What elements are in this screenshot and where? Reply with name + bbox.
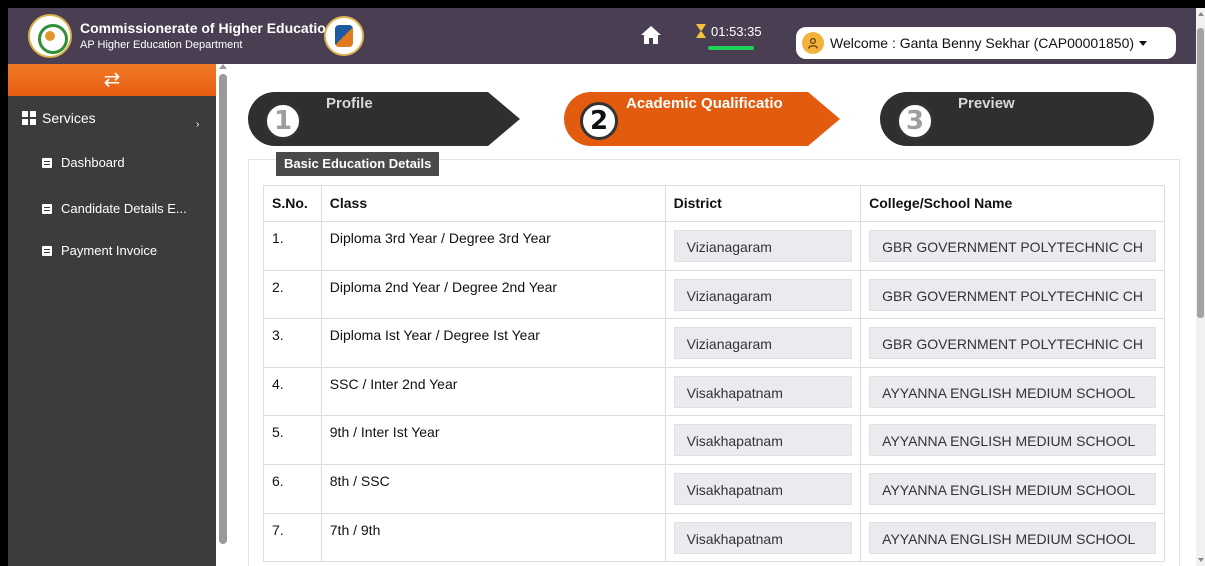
- step-label: Profile: [326, 95, 373, 112]
- user-menu-button[interactable]: Welcome : Ganta Benny Sekhar (CAP0000185…: [796, 27, 1176, 59]
- table-row: 6. 8th / SSC Visakhapatnam AYYANNA ENGLI…: [263, 463, 1165, 514]
- sidebar-item-payment-invoice[interactable]: Payment Invoice: [42, 243, 157, 258]
- column-header: S.No.: [263, 185, 322, 222]
- section-title: Basic Education Details: [276, 152, 440, 176]
- step-preview[interactable]: 3 Preview: [880, 92, 1154, 146]
- step-academic-qualification[interactable]: 2 Academic Qualificatio: [564, 92, 842, 146]
- timer-progress-bar: [708, 46, 754, 50]
- main-scroll-thumb[interactable]: [1197, 28, 1204, 318]
- district-field[interactable]: Vizianagaram: [673, 278, 853, 311]
- services-label: Services: [42, 110, 96, 126]
- user-icon: [802, 32, 824, 54]
- district-field[interactable]: Visakhapatnam: [673, 472, 853, 505]
- top-header: Commissionerate of Higher Education AP H…: [8, 8, 1200, 64]
- table-row: 2. Diploma 2nd Year / Degree 2nd Year Vi…: [263, 269, 1165, 320]
- sidebar-item-label: Dashboard: [61, 155, 125, 170]
- sno-cell: 7.: [263, 512, 322, 563]
- org-subtitle: AP Higher Education Department: [80, 39, 243, 51]
- ap-government-logo: [28, 14, 72, 58]
- home-icon[interactable]: [640, 25, 662, 45]
- sidebar-scrollbar[interactable]: [216, 64, 230, 566]
- main-scrollbar[interactable]: [1196, 8, 1205, 566]
- main-content: 1 Profile 2 Academic Qualificatio 3 Prev…: [230, 64, 1196, 566]
- scroll-up-arrow-icon[interactable]: [219, 64, 227, 69]
- sidebar-item-label: Candidate Details E...: [61, 201, 187, 216]
- step-label: Preview: [958, 95, 1015, 112]
- education-table: S.No. Class District College/School Name…: [263, 185, 1165, 563]
- sno-cell: 4.: [263, 366, 322, 417]
- hourglass-icon: [696, 24, 706, 38]
- class-cell: Diploma Ist Year / Degree Ist Year: [320, 318, 666, 368]
- sidebar-item-label: Payment Invoice: [61, 243, 158, 258]
- column-header: Class: [320, 185, 666, 222]
- sidebar-item-candidate-details[interactable]: Candidate Details E...: [42, 201, 187, 216]
- table-row: 4. SSC / Inter 2nd Year Visakhapatnam AY…: [263, 366, 1165, 417]
- sidebar-scroll-thumb[interactable]: [219, 74, 227, 544]
- step-profile[interactable]: 1 Profile: [248, 92, 524, 146]
- step-number: 1: [264, 102, 302, 140]
- timer-value: 01:53:35: [711, 24, 762, 39]
- step-label: Academic Qualificatio: [626, 95, 783, 112]
- swap-arrows-icon: ⇄: [103, 69, 121, 91]
- class-cell: Diploma 3rd Year / Degree 3rd Year: [320, 221, 666, 271]
- college-field[interactable]: GBR GOVERNMENT POLYTECHNIC CH: [869, 278, 1156, 311]
- document-icon: [42, 203, 52, 214]
- welcome-text: Welcome : Ganta Benny Sekhar (CAP0000185…: [830, 35, 1135, 51]
- step-number: 2: [580, 102, 618, 140]
- college-field[interactable]: AYYANNA ENGLISH MEDIUM SCHOOL: [869, 472, 1156, 505]
- scroll-down-arrow-icon[interactable]: [1198, 558, 1204, 562]
- class-cell: 8th / SSC: [320, 463, 666, 514]
- department-emblem: [324, 16, 364, 56]
- sidebar-item-services[interactable]: Services: [22, 110, 96, 126]
- class-cell: Diploma 2nd Year / Degree 2nd Year: [320, 269, 666, 320]
- district-field[interactable]: Visakhapatnam: [673, 521, 853, 554]
- chevron-down-icon: [1139, 40, 1148, 46]
- sidebar-item-dashboard[interactable]: Dashboard: [42, 155, 125, 170]
- sidebar: ⇄: [8, 64, 216, 566]
- sidebar-toggle[interactable]: ⇄: [8, 64, 216, 96]
- college-field[interactable]: AYYANNA ENGLISH MEDIUM SCHOOL: [869, 375, 1156, 408]
- scroll-up-arrow-icon[interactable]: [1198, 12, 1204, 16]
- sno-cell: 5.: [263, 415, 322, 465]
- college-field[interactable]: AYYANNA ENGLISH MEDIUM SCHOOL: [869, 424, 1156, 457]
- table-row: 1. Diploma 3rd Year / Degree 3rd Year Vi…: [263, 221, 1165, 271]
- table-row: 3. Diploma Ist Year / Degree Ist Year Vi…: [263, 318, 1165, 368]
- district-field[interactable]: Visakhapatnam: [673, 424, 853, 457]
- org-title: Commissionerate of Higher Education: [80, 20, 335, 36]
- district-field[interactable]: Vizianagaram: [673, 327, 853, 360]
- document-icon: [42, 245, 52, 256]
- sno-cell: 3.: [263, 318, 322, 368]
- sno-cell: 6.: [263, 463, 322, 514]
- column-header: District: [664, 185, 862, 222]
- sno-cell: 1.: [263, 221, 322, 271]
- column-header: College/School Name: [860, 185, 1165, 222]
- document-icon: [42, 157, 52, 168]
- college-field[interactable]: AYYANNA ENGLISH MEDIUM SCHOOL: [869, 521, 1156, 554]
- college-field[interactable]: GBR GOVERNMENT POLYTECHNIC CH: [869, 230, 1156, 262]
- grid-icon: [22, 111, 36, 125]
- table-row: 5. 9th / Inter Ist Year Visakhapatnam AY…: [263, 415, 1165, 465]
- college-field[interactable]: GBR GOVERNMENT POLYTECHNIC CH: [869, 327, 1156, 360]
- step-number: 3: [896, 102, 934, 140]
- sno-cell: 2.: [263, 269, 322, 320]
- table-row: 7. 7th / 9th Visakhapatnam AYYANNA ENGLI…: [263, 512, 1165, 563]
- district-field[interactable]: Vizianagaram: [673, 230, 853, 262]
- chevron-right-icon: ›: [196, 119, 200, 130]
- class-cell: SSC / Inter 2nd Year: [320, 366, 666, 417]
- class-cell: 7th / 9th: [320, 512, 666, 563]
- district-field[interactable]: Visakhapatnam: [673, 375, 853, 408]
- table-header-row: S.No. Class District College/School Name: [263, 185, 1165, 222]
- session-timer: 01:53:35: [696, 24, 762, 39]
- class-cell: 9th / Inter Ist Year: [320, 415, 666, 465]
